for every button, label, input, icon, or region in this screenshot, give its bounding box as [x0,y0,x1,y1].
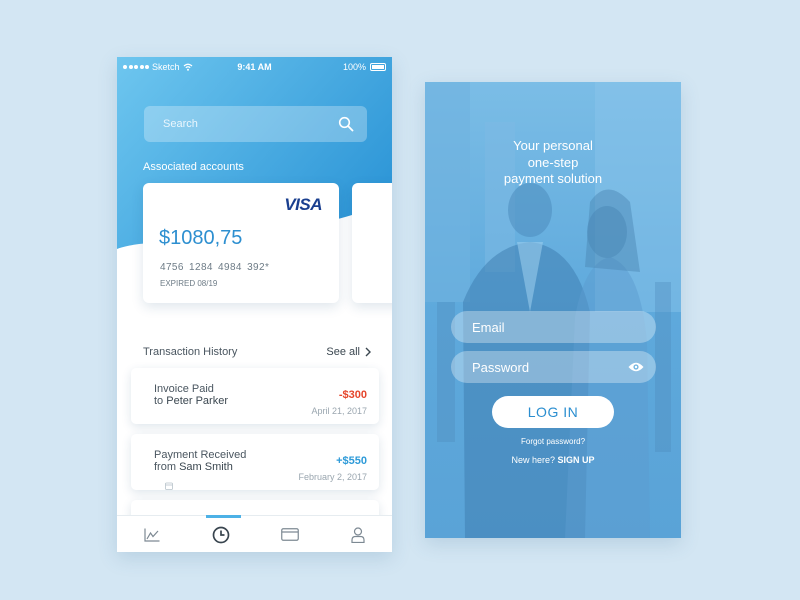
transaction-party: from Sam Smith [154,461,233,473]
tagline: Your personal one-step payment solution [425,138,681,188]
tagline-line: payment solution [503,171,603,186]
transaction-history-header: Transaction History See all [143,346,371,358]
transaction-prefix: from [154,461,176,473]
card-number: 4756 1284 4984 392* [160,262,270,273]
transaction-amount: -$300 [338,389,367,401]
status-bar: Sketch 9:41 AM 100% [117,57,392,77]
eye-icon[interactable] [628,361,644,373]
transaction-history-title: Transaction History [143,346,238,358]
card-balance: $1080,75 [159,227,243,249]
email-placeholder: Email [472,319,505,335]
transaction-amount: +$550 [336,455,367,467]
transaction-party-name: Peter Parker [166,395,228,407]
tab-statistics[interactable] [117,516,186,552]
transaction-party-name: Sam Smith [179,461,233,473]
password-field[interactable]: Password [451,351,656,383]
card-icon [280,528,299,541]
next-account-card[interactable] [352,183,392,303]
transaction-date: February 2, 2017 [298,472,367,482]
transaction-party: to Peter Parker [154,395,228,407]
associated-accounts-label: Associated accounts [143,161,244,173]
chart-icon [143,528,159,542]
battery-icon [370,63,386,71]
tagline-line: Your personal [513,138,593,153]
battery-percent: 100% [342,62,366,72]
transaction-row[interactable]: Invoice Paid to Peter Parker -$300 April… [131,368,379,424]
search-input[interactable]: Search [144,106,367,142]
chevron-right-icon [365,347,371,357]
password-placeholder: Password [472,359,530,375]
forgot-password-link[interactable]: Forgot password? [425,437,681,446]
see-all-link[interactable]: See all [326,346,371,358]
transaction-prefix: to [154,395,164,407]
tab-history[interactable] [186,516,255,552]
transaction-title: Invoice Paid [154,383,214,395]
transaction-date: April 21, 2017 [311,406,367,416]
receipt-icon [165,482,173,490]
see-all-label: See all [326,346,360,358]
sign-up-link[interactable]: SIGN UP [558,455,595,465]
search-placeholder: Search [163,118,198,130]
email-field[interactable]: Email [451,311,656,343]
transactions-screen: Sketch 9:41 AM 100% Search Associated ac… [117,57,392,552]
signup-row: New here? SIGN UP [425,455,681,465]
tab-cards[interactable] [255,516,324,552]
new-here-text: New here? [511,455,555,465]
visa-account-card[interactable]: VISA $1080,75 4756 1284 4984 392* EXPIRE… [143,183,339,303]
tagline-line: one-step [527,154,579,170]
battery-status: 100% [343,62,386,72]
clock-icon [212,526,229,543]
profile-icon [350,526,365,543]
login-screen: Your personal one-step payment solution … [425,82,681,538]
visa-logo: VISA [284,195,322,214]
tab-bar [117,515,392,552]
tab-profile[interactable] [323,516,392,552]
transaction-title: Payment Received [154,449,247,461]
card-expiry: EXPIRED 08/19 [160,279,218,288]
login-button[interactable]: LOG IN [492,396,614,428]
transaction-row[interactable]: Payment Received from Sam Smith +$550 Fe… [131,434,379,490]
search-icon[interactable] [338,116,354,132]
